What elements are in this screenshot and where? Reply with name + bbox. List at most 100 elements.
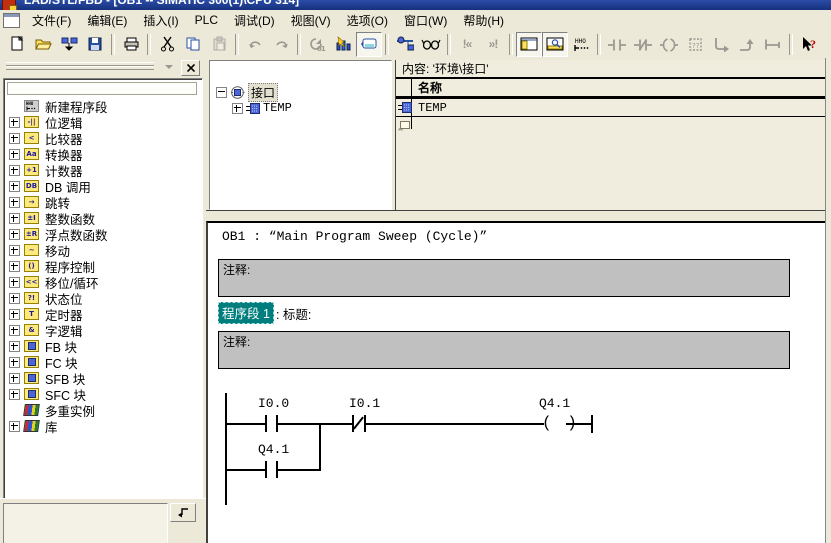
menu-item-insert[interactable]: 插入(I) bbox=[135, 10, 186, 31]
expand-icon[interactable] bbox=[232, 103, 243, 114]
expand-icon[interactable] bbox=[9, 213, 20, 224]
network-node-button[interactable] bbox=[392, 32, 418, 57]
tree-item-new-network[interactable]: HHO新建程序段 bbox=[6, 98, 198, 114]
contact-no-bar[interactable] bbox=[265, 461, 267, 478]
tree-item-move[interactable]: ~移动 bbox=[6, 242, 198, 258]
interface-temp-node[interactable]: TEMP bbox=[232, 101, 292, 115]
expand-icon[interactable] bbox=[9, 197, 20, 208]
undo-button[interactable] bbox=[242, 32, 268, 57]
insert-empty-box-button[interactable]: ?? bbox=[682, 32, 708, 57]
new-network-button[interactable]: HHO bbox=[568, 32, 594, 57]
tree-item-comparator[interactable]: <比较器 bbox=[6, 130, 198, 146]
expand-icon[interactable] bbox=[9, 261, 20, 272]
tree-item-counter[interactable]: +1计数器 bbox=[6, 162, 198, 178]
tree-item-word-logic[interactable]: &字逻辑 bbox=[6, 322, 198, 338]
comment-toggle-button[interactable] bbox=[356, 32, 382, 57]
tree-item-fb-blocks[interactable]: FB 块 bbox=[6, 338, 198, 354]
insert-coil-button[interactable] bbox=[656, 32, 682, 57]
network-badge[interactable]: 程序段 1 bbox=[218, 302, 274, 324]
tree-item-sfc-blocks[interactable]: SFC 块 bbox=[6, 386, 198, 402]
tree-item-float-fn[interactable]: ±R浮点数函数 bbox=[6, 226, 198, 242]
open-file-button[interactable] bbox=[30, 32, 56, 57]
expand-icon[interactable] bbox=[9, 229, 20, 240]
child-window-icon[interactable] bbox=[3, 13, 20, 28]
new-file-button[interactable] bbox=[4, 32, 30, 57]
tree-item-fc-blocks[interactable]: FC 块 bbox=[6, 354, 198, 370]
monitor-glasses-button[interactable] bbox=[418, 32, 444, 57]
expand-icon[interactable] bbox=[9, 117, 20, 128]
save-button[interactable] bbox=[82, 32, 108, 57]
tree-item-libraries[interactable]: 库 bbox=[6, 418, 198, 434]
insert-connector-button[interactable] bbox=[760, 32, 786, 57]
close-branch-button[interactable] bbox=[734, 32, 760, 57]
download-button[interactable] bbox=[56, 32, 82, 57]
operand-label[interactable]: Q4.1 bbox=[539, 396, 570, 411]
table-row[interactable]: TEMP bbox=[396, 99, 831, 117]
expand-icon[interactable] bbox=[9, 149, 20, 160]
panel-menu-button[interactable] bbox=[160, 60, 177, 74]
expand-icon[interactable] bbox=[9, 165, 20, 176]
table-row-empty[interactable] bbox=[396, 117, 831, 134]
insert-contact-nc-button[interactable] bbox=[630, 32, 656, 57]
menu-item-view[interactable]: 视图(V) bbox=[283, 10, 339, 31]
menu-item-file[interactable]: 文件(F) bbox=[24, 10, 79, 31]
expand-icon[interactable] bbox=[9, 277, 20, 288]
panel-close-button[interactable] bbox=[181, 60, 200, 76]
operand-label[interactable]: I0.1 bbox=[349, 396, 380, 411]
goto-prev-error-button[interactable]: !« bbox=[454, 32, 480, 57]
network-title-label[interactable]: : 标题: bbox=[276, 304, 311, 323]
expand-icon[interactable] bbox=[9, 357, 20, 368]
expand-icon[interactable] bbox=[9, 373, 20, 384]
network-comment-box[interactable]: 注释: bbox=[218, 331, 790, 369]
detail-view-toggle-button[interactable] bbox=[542, 32, 568, 57]
expand-icon[interactable] bbox=[9, 293, 20, 304]
download-blocks-button[interactable] bbox=[330, 32, 356, 57]
tree-item-bit-logic[interactable]: -||位逻辑 bbox=[6, 114, 198, 130]
help-button[interactable]: ? bbox=[796, 32, 822, 57]
tree-item-converter[interactable]: Aa转换器 bbox=[6, 146, 198, 162]
operand-label[interactable]: Q4.1 bbox=[258, 442, 289, 457]
menu-item-help[interactable]: 帮助(H) bbox=[455, 10, 512, 31]
tree-item-db-call[interactable]: DBDB 调用 bbox=[6, 178, 198, 194]
print-button[interactable] bbox=[118, 32, 144, 57]
goto-next-error-button[interactable]: »! bbox=[480, 32, 506, 57]
catalog-toggle-button[interactable] bbox=[516, 32, 542, 57]
copy-button[interactable] bbox=[180, 32, 206, 57]
menu-item-window[interactable]: 窗口(W) bbox=[396, 10, 455, 31]
new-network-icon: HHO bbox=[572, 37, 590, 52]
interface-root-node[interactable]: 接口 bbox=[216, 83, 278, 102]
expand-icon[interactable] bbox=[9, 341, 20, 352]
expand-icon[interactable] bbox=[9, 309, 20, 320]
menu-item-options[interactable]: 选项(O) bbox=[339, 10, 396, 31]
tree-item-status-bits[interactable]: ?!状态位 bbox=[6, 290, 198, 306]
cut-button[interactable] bbox=[154, 32, 180, 57]
tree-item-shift-rotate[interactable]: <<移位/循环 bbox=[6, 274, 198, 290]
name-column-header[interactable]: 名称 bbox=[418, 79, 442, 96]
menu-item-debug[interactable]: 调试(D) bbox=[226, 10, 283, 31]
insert-contact-no-button[interactable] bbox=[604, 32, 630, 57]
tree-item-program-control[interactable]: ()程序控制 bbox=[6, 258, 198, 274]
block-comment-box[interactable]: 注释: bbox=[218, 259, 790, 297]
menu-item-plc[interactable]: PLC bbox=[187, 11, 226, 29]
program-status-button[interactable]: 01 bbox=[304, 32, 330, 57]
expand-icon[interactable] bbox=[9, 421, 20, 432]
expand-icon[interactable] bbox=[9, 181, 20, 192]
tree-item-multiple-instances[interactable]: 多重实例 bbox=[6, 402, 198, 418]
expand-icon[interactable] bbox=[9, 389, 20, 400]
panel-gripper[interactable] bbox=[6, 66, 154, 70]
tree-item-jump[interactable]: →跳转 bbox=[6, 194, 198, 210]
collapse-icon[interactable] bbox=[216, 87, 227, 98]
expand-icon[interactable] bbox=[9, 245, 20, 256]
tree-item-timers[interactable]: T定时器 bbox=[6, 306, 198, 322]
horizontal-splitter[interactable] bbox=[206, 211, 831, 221]
expand-icon[interactable] bbox=[9, 325, 20, 336]
operand-label[interactable]: I0.0 bbox=[258, 396, 289, 411]
contact-no-bar[interactable] bbox=[265, 415, 267, 432]
insert-element-button[interactable] bbox=[170, 503, 196, 522]
open-branch-button[interactable] bbox=[708, 32, 734, 57]
paste-button[interactable] bbox=[206, 32, 232, 57]
redo-button[interactable] bbox=[268, 32, 294, 57]
menu-item-edit[interactable]: 编辑(E) bbox=[79, 10, 135, 31]
expand-icon[interactable] bbox=[9, 133, 20, 144]
tree-item-sfb-blocks[interactable]: SFB 块 bbox=[6, 370, 198, 386]
